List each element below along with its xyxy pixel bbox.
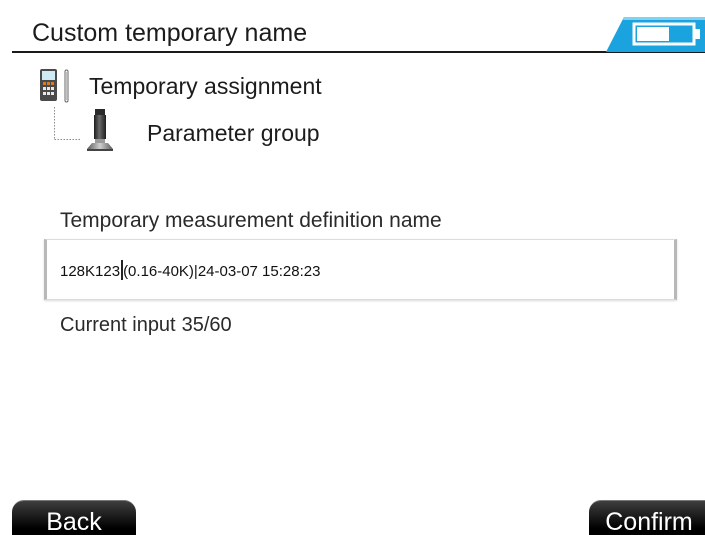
tree-item-label: Temporary assignment [89,73,322,99]
screen: Custom temporary name Temporary assignme… [0,0,705,535]
name-input-value: 128K123 (0.16-40K)|24-03-07 15:28:23 [60,260,320,282]
handheld-device-icon [40,69,69,103]
input-text-before-caret: 128K123 [60,263,121,280]
counter-value: 35/60 [181,314,232,336]
header-divider [12,51,705,53]
name-input[interactable]: 128K123 (0.16-40K)|24-03-07 15:28:23 [44,239,677,300]
header: Custom temporary name [0,0,705,53]
input-text-after-caret: (0.16-40K)|24-03-07 15:28:23 [123,263,321,280]
battery-icon [606,17,705,52]
input-counter: Current input 35/60 [60,312,232,338]
tree-item-parameter-group[interactable]: Parameter group [52,107,452,151]
name-field-label: Temporary measurement definition name [60,209,442,232]
back-button[interactable]: Back [12,500,136,535]
confirm-button[interactable]: Confirm [589,500,705,535]
sensor-probe-icon [87,109,113,151]
tree-item-temporary-assignment[interactable]: Temporary assignment [38,68,438,104]
tree-item-label: Parameter group [147,120,320,146]
counter-label: Current input [60,314,176,336]
tree-connector-icon [54,107,80,140]
page-title: Custom temporary name [32,19,308,47]
